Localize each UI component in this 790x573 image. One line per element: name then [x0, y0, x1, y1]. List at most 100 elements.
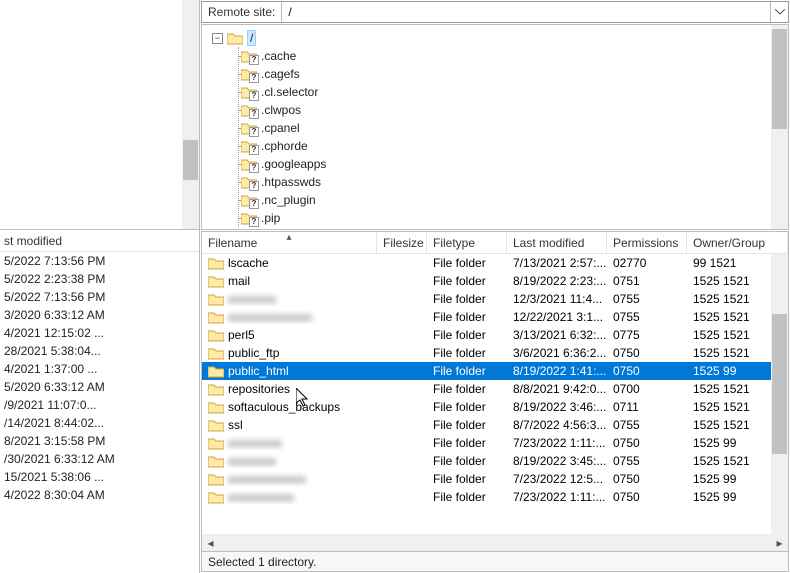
table-row[interactable]: xxxxxxxxFile folder12/3/2021 11:4...0755… — [202, 290, 788, 308]
list-item[interactable]: 4/2021 12:15:02 ... — [0, 324, 199, 342]
lastmod-text: 8/19/2022 1:41:... — [507, 364, 607, 378]
column-permissions[interactable]: Permissions — [607, 232, 687, 253]
local-tree-area — [0, 0, 199, 230]
list-item[interactable]: 3/2020 6:33:12 AM — [0, 306, 199, 324]
folder-unknown-icon: ? — [241, 158, 257, 171]
table-row[interactable]: xxxxxxxxxFile folder7/23/2022 1:11:...07… — [202, 434, 788, 452]
folder-icon — [208, 473, 224, 486]
scrollbar-vertical[interactable] — [771, 25, 788, 229]
tree-item[interactable]: ?.htpasswds — [241, 173, 782, 191]
perm-text: 0700 — [607, 382, 687, 396]
remote-site-label: Remote site: — [202, 5, 281, 19]
tree-item[interactable]: ?.cagefs — [241, 65, 782, 83]
column-filename[interactable]: ▴ Filename — [202, 232, 377, 253]
filename-text: xxxxxxxxxxxxxx — [228, 310, 312, 324]
tree-root[interactable]: − / — [212, 29, 782, 47]
tree-root-label[interactable]: / — [247, 30, 256, 46]
table-row[interactable]: xxxxxxxxFile folder8/19/2022 3:45:...075… — [202, 452, 788, 470]
folder-icon — [208, 293, 224, 306]
column-filesize[interactable]: Filesize — [377, 232, 427, 253]
column-lastmodified[interactable]: Last modified — [507, 232, 607, 253]
tree-item[interactable]: ?.clwpos — [241, 101, 782, 119]
list-item[interactable]: 8/2021 3:15:58 PM — [0, 432, 199, 450]
scrollbar-vertical[interactable] — [182, 0, 199, 229]
lastmod-text: 8/19/2022 2:23:... — [507, 274, 607, 288]
scrollbar-horizontal[interactable]: ◂ ▸ — [202, 534, 788, 551]
tree-item[interactable]: ?.cache — [241, 47, 782, 65]
perm-text: 0755 — [607, 418, 687, 432]
remote-path-dropdown[interactable] — [770, 2, 788, 22]
table-row[interactable]: xxxxxxxxxxxxxxFile folder12/22/2021 3:1.… — [202, 308, 788, 326]
lastmod-text: 3/13/2021 6:32:... — [507, 328, 607, 342]
perm-text: 0755 — [607, 310, 687, 324]
filetype-text: File folder — [427, 364, 507, 378]
folder-unknown-icon: ? — [241, 122, 257, 135]
folder-icon — [208, 311, 224, 324]
perm-text: 0750 — [607, 364, 687, 378]
local-column-header[interactable]: st modified — [0, 230, 199, 252]
table-row[interactable]: lscacheFile folder7/13/2021 2:57:...0277… — [202, 254, 788, 272]
folder-icon — [208, 401, 224, 414]
remote-path-input[interactable]: / — [281, 2, 770, 22]
tree-item-label: .pip — [261, 211, 280, 225]
filetype-text: File folder — [427, 346, 507, 360]
column-ownergroup[interactable]: Owner/Group — [687, 232, 788, 253]
remote-site-bar: Remote site: / — [201, 1, 789, 23]
scrollbar-thumb[interactable] — [183, 140, 198, 180]
tree-item[interactable]: ?.cpanel — [241, 119, 782, 137]
list-item[interactable]: 4/2021 1:37:00 ... — [0, 360, 199, 378]
perm-text: 0711 — [607, 400, 687, 414]
sort-asc-icon: ▴ — [286, 232, 291, 243]
list-item[interactable]: 5/2022 2:23:38 PM — [0, 270, 199, 288]
perm-text: 0751 — [607, 274, 687, 288]
scroll-right-icon[interactable]: ▸ — [771, 534, 788, 551]
scrollbar-thumb[interactable] — [772, 314, 787, 454]
list-item[interactable]: 5/2020 6:33:12 AM — [0, 378, 199, 396]
table-row[interactable]: xxxxxxxxxxxFile folder7/23/2022 1:11:...… — [202, 488, 788, 506]
tree-item-label: .clwpos — [261, 103, 301, 117]
filename-text: softaculous_backups — [228, 400, 340, 414]
tree-item[interactable]: ?.nc_plugin — [241, 191, 782, 209]
list-item[interactable]: /9/2021 11:07:0... — [0, 396, 199, 414]
scrollbar-thumb[interactable] — [772, 29, 787, 129]
local-panel: st modified 5/2022 7:13:56 PM5/2022 2:23… — [0, 0, 200, 573]
tree-item[interactable]: ?.cl.selector — [241, 83, 782, 101]
filetype-text: File folder — [427, 400, 507, 414]
table-row[interactable]: public_ftpFile folder3/6/2021 6:36:2...0… — [202, 344, 788, 362]
tree-item[interactable]: ?.pip — [241, 209, 782, 227]
list-item[interactable]: /30/2021 6:33:12 AM — [0, 450, 199, 468]
filename-text: repositories — [228, 382, 290, 396]
column-filetype[interactable]: Filetype — [427, 232, 507, 253]
list-item[interactable]: 15/2021 5:38:06 ... — [0, 468, 199, 486]
filename-text: xxxxxxxx — [228, 454, 276, 468]
remote-file-rows[interactable]: lscacheFile folder7/13/2021 2:57:...0277… — [202, 254, 788, 534]
tree-item[interactable]: ?.cphorde — [241, 137, 782, 155]
perm-text: 0755 — [607, 292, 687, 306]
list-item[interactable]: 28/2021 5:38:04... — [0, 342, 199, 360]
list-item[interactable]: 4/2022 8:30:04 AM — [0, 486, 199, 504]
list-item[interactable]: 5/2022 7:13:56 PM — [0, 252, 199, 270]
table-row[interactable]: public_htmlFile folder8/19/2022 1:41:...… — [202, 362, 788, 380]
table-row[interactable]: sslFile folder8/7/2022 4:56:3...07551525… — [202, 416, 788, 434]
collapse-icon[interactable]: − — [212, 33, 223, 44]
lastmod-text: 8/19/2022 3:45:... — [507, 454, 607, 468]
tree-item[interactable]: ?.googleapps — [241, 155, 782, 173]
lastmod-text: 12/22/2021 3:1... — [507, 310, 607, 324]
folder-icon — [208, 437, 224, 450]
folder-icon — [208, 419, 224, 432]
table-row[interactable]: repositoriesFile folder8/8/2021 9:42:0..… — [202, 380, 788, 398]
remote-tree-panel[interactable]: − / ?.cache?.cagefs?.cl.selector?.clwpos… — [201, 24, 789, 230]
scrollbar-vertical[interactable] — [771, 254, 788, 534]
table-row[interactable]: perl5File folder3/13/2021 6:32:...077515… — [202, 326, 788, 344]
list-item[interactable]: 5/2022 7:13:56 PM — [0, 288, 199, 306]
scroll-left-icon[interactable]: ◂ — [202, 534, 219, 551]
lastmod-text: 7/13/2021 2:57:... — [507, 256, 607, 270]
table-row[interactable]: mailFile folder8/19/2022 2:23:...0751152… — [202, 272, 788, 290]
folder-icon — [208, 275, 224, 288]
table-row[interactable]: softaculous_backups File folder8/19/2022 … — [202, 398, 788, 416]
table-row[interactable]: xxxxxxxxxxxxxFile folder7/23/2022 12:5..… — [202, 470, 788, 488]
lastmod-text: 8/19/2022 3:46:... — [507, 400, 607, 414]
list-item[interactable]: /14/2021 8:44:02... — [0, 414, 199, 432]
local-file-list[interactable]: 5/2022 7:13:56 PM5/2022 2:23:38 PM5/2022… — [0, 252, 199, 573]
lastmod-text: 3/6/2021 6:36:2... — [507, 346, 607, 360]
